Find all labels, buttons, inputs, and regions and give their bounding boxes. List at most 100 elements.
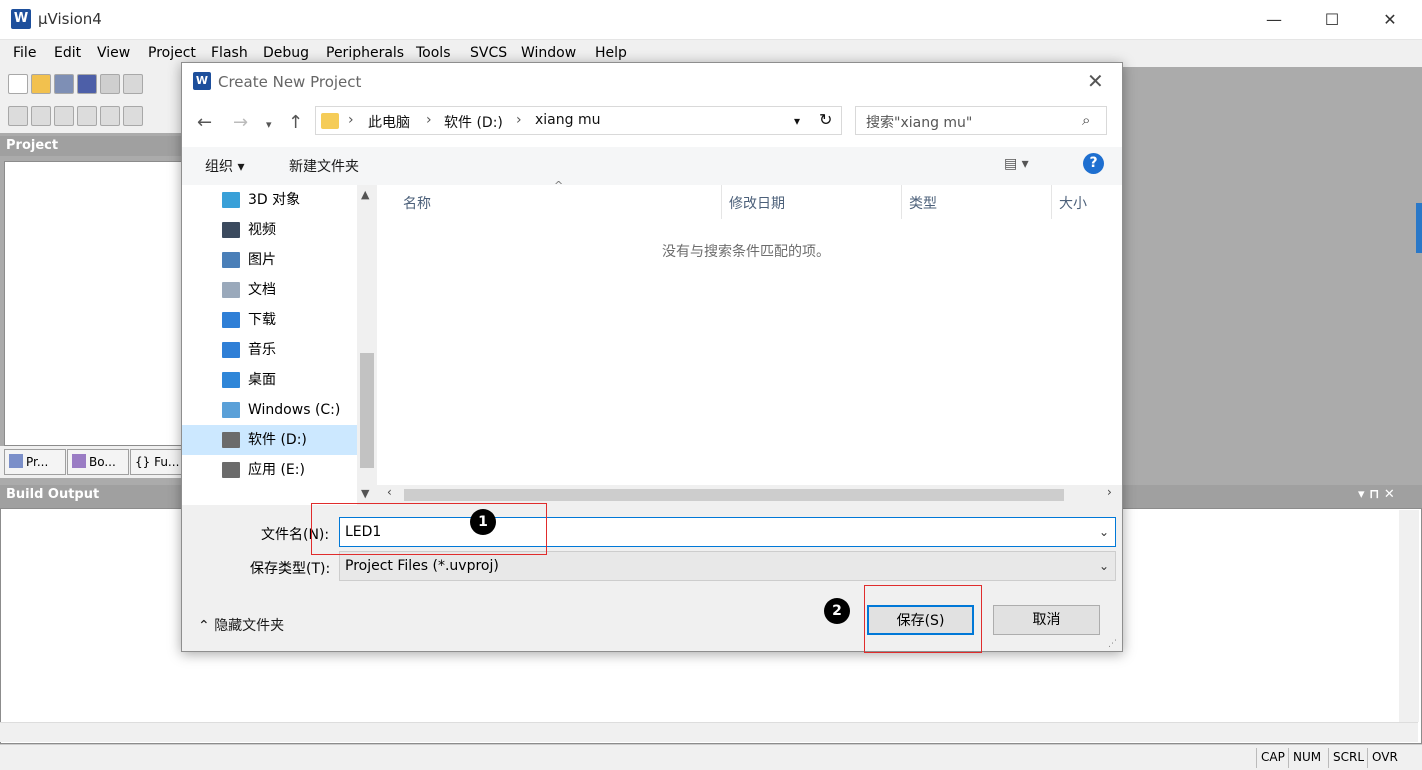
copy-icon[interactable]	[123, 74, 143, 94]
nav-tree-item-label: 应用 (E:)	[248, 462, 305, 478]
save-all-icon[interactable]	[77, 74, 97, 94]
breadcrumb-this-pc[interactable]: 此电脑	[368, 112, 410, 132]
column-size[interactable]: 大小	[1059, 193, 1087, 213]
nav-tree-item[interactable]: 视频	[182, 215, 357, 245]
file-list-hscroll-thumb[interactable]	[404, 489, 1064, 501]
dialog-title: Create New Project	[218, 73, 362, 91]
organize-button[interactable]: 组织 ▾	[205, 156, 244, 176]
nav-tree-item-label: 桌面	[248, 372, 276, 388]
build-icon[interactable]	[31, 106, 51, 126]
search-box[interactable]: 搜索"xiang mu" ⌕	[855, 106, 1107, 135]
new-folder-button[interactable]: 新建文件夹	[289, 156, 359, 176]
dialog-close-icon[interactable]: ✕	[1087, 69, 1104, 93]
save-icon[interactable]	[54, 74, 74, 94]
build-output-hscroll[interactable]	[0, 722, 1418, 742]
cut-icon[interactable]	[100, 74, 120, 94]
menu-tools[interactable]: Tools	[416, 45, 451, 61]
nav-tree-item-label: 3D 对象	[248, 192, 301, 208]
column-name[interactable]: 名称	[403, 193, 431, 213]
address-dropdown-chevron-icon[interactable]: ▾	[794, 114, 800, 128]
navigation-pane-scroll-thumb[interactable]	[360, 353, 374, 468]
view-options-icon[interactable]: ▤ ▾	[1004, 156, 1029, 172]
scroll-up-icon[interactable]: ▲	[361, 188, 369, 201]
batch-build-icon[interactable]	[77, 106, 97, 126]
menu-peripherals[interactable]: Peripherals	[326, 45, 404, 61]
folder-icon	[321, 113, 339, 129]
title-bar	[0, 0, 1422, 40]
column-divider[interactable]	[1051, 185, 1052, 219]
menu-view[interactable]: View	[97, 45, 130, 61]
close-button[interactable]: ✕	[1361, 0, 1419, 40]
project-tree[interactable]	[4, 161, 182, 446]
callout-badge-1: 1	[470, 509, 496, 535]
menu-flash[interactable]: Flash	[211, 45, 248, 61]
desktop-icon	[222, 372, 240, 388]
column-divider[interactable]	[901, 185, 902, 219]
nav-tree-item[interactable]: 音乐	[182, 335, 357, 365]
download-load-icon[interactable]	[123, 106, 143, 126]
scroll-down-icon[interactable]: ▼	[361, 487, 369, 500]
address-bar[interactable]: › 此电脑 › 软件 (D:) › xiang mu ▾ ↻	[315, 106, 842, 135]
menu-svcs[interactable]: SVCS	[470, 45, 507, 61]
open-folder-icon[interactable]	[31, 74, 51, 94]
scroll-left-icon[interactable]: ‹	[387, 485, 392, 499]
tab-books[interactable]: Bo...	[67, 449, 129, 475]
new-file-icon[interactable]	[8, 74, 28, 94]
build-output-vscroll[interactable]	[1399, 510, 1419, 722]
callout-highlight-filename	[311, 503, 547, 555]
up-arrow-icon[interactable]: ↑	[288, 112, 303, 133]
recent-locations-chevron-icon[interactable]: ▾	[266, 118, 272, 131]
tab-books-label: Bo...	[89, 455, 116, 469]
nav-tree-item[interactable]: 图片	[182, 245, 357, 275]
search-icon[interactable]: ⌕	[1082, 111, 1090, 129]
column-type[interactable]: 类型	[909, 193, 937, 213]
maximize-button[interactable]: ☐	[1303, 0, 1361, 40]
tab-project[interactable]: Pr...	[4, 449, 66, 475]
nav-tree-item[interactable]: 应用 (E:)	[182, 455, 357, 485]
tab-functions[interactable]: {} Fu...	[130, 449, 182, 475]
build-output-title: Build Output	[6, 487, 100, 502]
filename-dropdown-chevron-icon[interactable]: ⌄	[1099, 518, 1109, 546]
file-list[interactable]	[377, 185, 1122, 485]
build-panel-controls[interactable]: ▾ ⊓ ✕	[1358, 487, 1395, 502]
help-icon[interactable]: ?	[1083, 153, 1104, 174]
menu-project[interactable]: Project	[148, 45, 196, 61]
search-placeholder: 搜索"xiang mu"	[866, 115, 973, 131]
menu-file[interactable]: File	[13, 45, 36, 61]
menu-help[interactable]: Help	[595, 45, 627, 61]
minimize-button[interactable]: —	[1245, 0, 1303, 40]
translate-icon[interactable]	[8, 106, 28, 126]
rebuild-icon[interactable]	[54, 106, 74, 126]
hide-folders-toggle[interactable]: ⌃ 隐藏文件夹	[198, 615, 284, 635]
nav-tree-item-label: 文档	[248, 282, 276, 298]
cancel-button[interactable]: 取消	[993, 605, 1100, 635]
resize-grip-icon[interactable]: ⋰	[1108, 639, 1117, 649]
filetype-dropdown-chevron-icon[interactable]: ⌄	[1099, 552, 1109, 580]
nav-tree-item[interactable]: 桌面	[182, 365, 357, 395]
nav-tree-item[interactable]: 软件 (D:)	[182, 425, 357, 455]
forward-arrow-icon[interactable]: →	[233, 112, 248, 133]
menu-edit[interactable]: Edit	[54, 45, 81, 61]
cube-icon	[222, 192, 240, 208]
back-arrow-icon[interactable]: ←	[197, 112, 212, 133]
toolbar-row-build	[8, 102, 178, 130]
nav-tree-item[interactable]: 下载	[182, 305, 357, 335]
menu-window[interactable]: Window	[521, 45, 576, 61]
breadcrumb-xiang-mu[interactable]: xiang mu	[535, 112, 600, 128]
filetype-value: Project Files (*.uvproj)	[345, 558, 499, 574]
breadcrumb-drive-d[interactable]: 软件 (D:)	[444, 112, 503, 132]
nav-tree-item[interactable]: 3D 对象	[182, 185, 357, 215]
nav-tree-item-label: 软件 (D:)	[248, 432, 307, 448]
scroll-right-icon[interactable]: ›	[1107, 485, 1112, 499]
nav-tree-item[interactable]: Windows (C:)	[182, 395, 357, 425]
menu-debug[interactable]: Debug	[263, 45, 309, 61]
download-icon	[222, 312, 240, 328]
column-divider[interactable]	[721, 185, 722, 219]
document-icon	[222, 282, 240, 298]
column-modified-date[interactable]: 修改日期	[729, 193, 785, 213]
empty-folder-message: 没有与搜索条件匹配的项。	[662, 244, 830, 260]
nav-tree-item[interactable]: 文档	[182, 275, 357, 305]
stop-build-icon[interactable]	[100, 106, 120, 126]
refresh-icon[interactable]: ↻	[819, 110, 832, 129]
filetype-select[interactable]: Project Files (*.uvproj) ⌄	[339, 551, 1116, 581]
